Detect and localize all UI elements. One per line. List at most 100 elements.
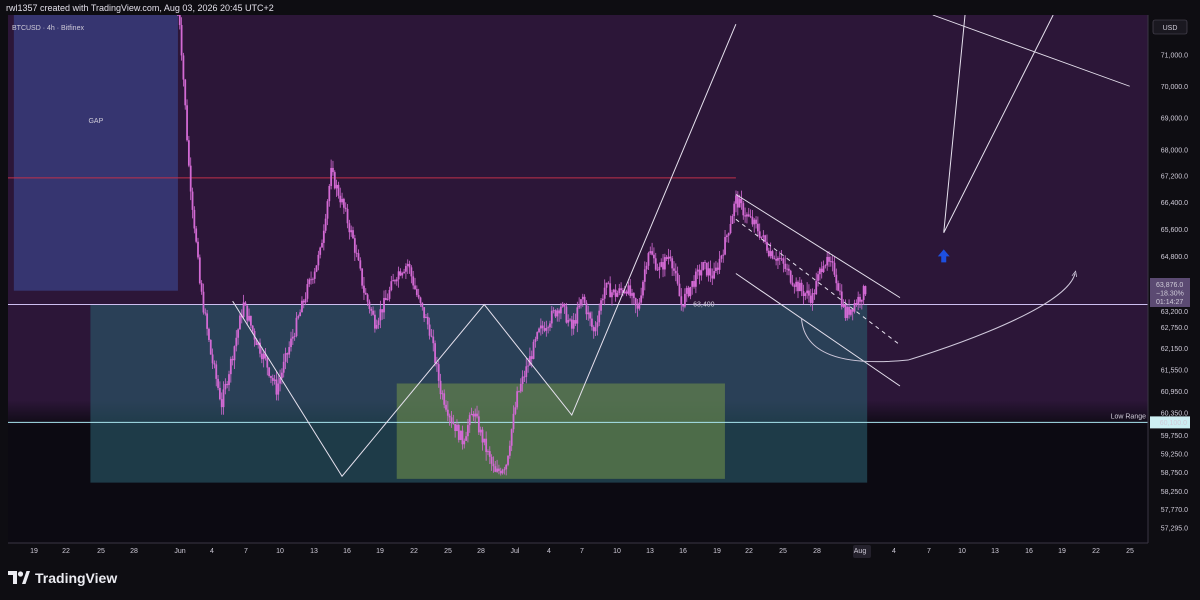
candle-body: [317, 254, 320, 266]
candle-body: [516, 391, 519, 408]
footer: TradingView: [0, 560, 1200, 600]
candle-body: [855, 302, 858, 305]
time-tick-label: 10: [613, 548, 621, 555]
time-tick-label: 28: [813, 548, 821, 555]
candle-body: [800, 282, 803, 292]
candle-body: [211, 354, 214, 364]
candle-body: [242, 302, 245, 318]
candle-body: [818, 268, 821, 275]
current-price-change: −18.30%: [1156, 291, 1184, 298]
support-zone: [396, 383, 725, 479]
candle-body: [375, 325, 378, 329]
time-tick-label: 4: [210, 548, 214, 555]
candle-body: [561, 303, 564, 307]
price-tick-label: 59,250.0: [1161, 451, 1188, 458]
candle-body: [463, 440, 466, 445]
candle-body: [631, 293, 633, 296]
candle-body: [337, 184, 340, 196]
candle-body: [596, 322, 599, 328]
candle-body: [184, 79, 187, 106]
candle-body: [452, 422, 455, 424]
candle-body: [570, 319, 573, 329]
candle-body: [572, 320, 575, 329]
candle-body: [485, 438, 488, 453]
candle-body: [569, 319, 571, 321]
candle-body: [355, 252, 358, 254]
price-chart[interactable]: GAP 63,400 Low Range 71,000.0 70,000.0 69,00…: [0, 15, 1200, 560]
time-tick-label: 4: [547, 548, 551, 555]
candle-body: [328, 185, 331, 202]
time-tick-label: 25: [1126, 548, 1134, 555]
candle-body: [762, 235, 765, 237]
currency-label[interactable]: USD: [1163, 25, 1178, 32]
plot-area[interactable]: GAP 63,400 Low Range: [8, 15, 1148, 543]
candle-body: [833, 262, 836, 275]
candle-body: [310, 279, 312, 281]
candle-body: [616, 293, 619, 297]
candle-body: [545, 327, 548, 331]
candle-body: [284, 353, 287, 362]
candle-body: [235, 337, 238, 347]
candle-body: [756, 223, 759, 232]
candle-body: [767, 250, 770, 257]
candle-body: [344, 207, 347, 209]
candle-body: [291, 336, 294, 339]
candle-body: [321, 242, 323, 248]
candle-body: [248, 315, 250, 321]
candle-body: [483, 438, 486, 443]
candle-body: [766, 241, 768, 251]
candle-body: [795, 281, 798, 287]
candle-countdown: 01:14:27: [1156, 299, 1183, 306]
candle-body: [322, 230, 325, 243]
candle-body: [634, 298, 637, 306]
candle-body: [492, 463, 495, 467]
candle-body: [213, 363, 216, 365]
candle-body: [498, 468, 500, 471]
candle-body: [260, 353, 263, 360]
candle-body: [612, 289, 615, 293]
candle-body: [282, 361, 285, 373]
candle-body: [671, 258, 674, 269]
candle-body: [468, 415, 471, 426]
candle-body: [744, 215, 747, 217]
candle-body: [797, 281, 799, 292]
time-tick-label: 7: [580, 548, 584, 555]
price-tick-label: 58,750.0: [1161, 470, 1188, 477]
candle-body: [811, 293, 814, 303]
candle-body: [348, 223, 351, 233]
price-tick-label: 71,000.0: [1161, 52, 1188, 59]
low-range-label: Low Range: [1111, 413, 1147, 420]
candle-body: [446, 409, 449, 416]
candle-body: [209, 339, 212, 355]
candle-body: [576, 307, 579, 324]
candle-body: [594, 327, 597, 332]
candle-body: [720, 255, 723, 259]
candle-body: [798, 282, 801, 292]
candle-body: [674, 270, 677, 274]
candle-body: [607, 282, 610, 284]
candle-body: [647, 253, 650, 266]
candle-body: [831, 261, 834, 263]
candle-body: [853, 302, 856, 312]
candle-body: [204, 312, 207, 314]
candle-body: [780, 258, 783, 260]
candle-body: [574, 320, 577, 324]
time-tick-label: 13: [991, 548, 999, 555]
candle-body: [538, 328, 540, 333]
candle-body: [280, 372, 283, 379]
candle-body: [601, 298, 604, 301]
candle-body: [711, 275, 714, 279]
candle-body: [445, 404, 447, 410]
candle-body: [598, 310, 601, 323]
candle-body: [508, 445, 511, 456]
candle-body: [297, 316, 300, 318]
price-tick-label: 62,150.0: [1161, 346, 1188, 353]
price-tick-label: 69,000.0: [1161, 115, 1188, 122]
time-tick-label: 13: [646, 548, 654, 555]
time-tick-label: 7: [927, 548, 931, 555]
candle-body: [665, 257, 668, 260]
price-tick-label: 70,000.0: [1161, 84, 1188, 91]
candle-body: [302, 300, 305, 303]
candle-body: [669, 256, 672, 259]
tradingview-logo[interactable]: TradingView: [8, 570, 117, 586]
